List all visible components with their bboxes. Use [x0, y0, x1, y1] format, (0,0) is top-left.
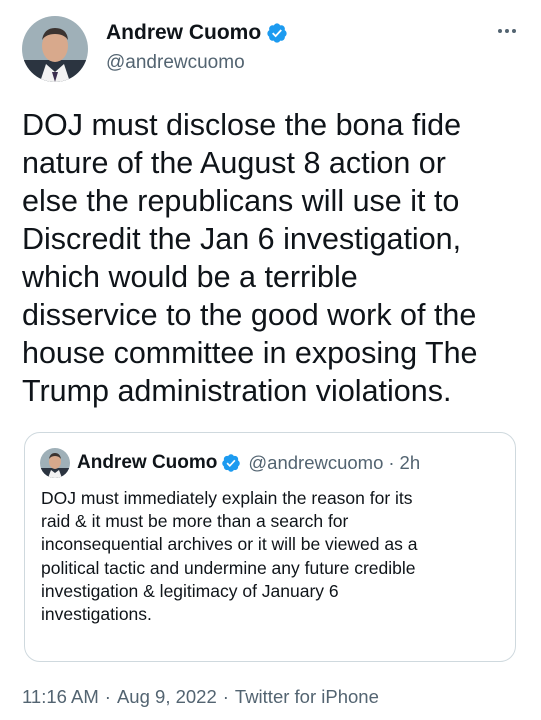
quoted-author-name: Andrew Cuomo — [77, 452, 218, 473]
quoted-author-avatar — [40, 448, 70, 478]
verified-badge-icon — [221, 453, 241, 473]
quoted-tweet-header: Andrew Cuomo @andrewcuomo · 2h — [40, 448, 420, 478]
tweet-time[interactable]: 11:16 AM — [22, 686, 99, 708]
quoted-tweet[interactable]: Andrew Cuomo @andrewcuomo · 2h DOJ must … — [24, 432, 516, 662]
more-dot — [505, 29, 509, 33]
separator-dot: · — [222, 686, 229, 707]
tweet-meta: 11:16 AM · Aug 9, 2022 · Twitter for iPh… — [22, 686, 379, 708]
author-info: Andrew Cuomo @andrewcuomo — [106, 19, 288, 74]
tweet-source[interactable]: Twitter for iPhone — [235, 686, 379, 708]
quoted-tweet-text: DOJ must immediately explain the reason … — [41, 488, 418, 625]
author-display-name[interactable]: Andrew Cuomo — [106, 21, 261, 45]
tweet-text: DOJ must disclose the bona fide nature o… — [22, 108, 478, 408]
author-handle[interactable]: @andrewcuomo — [106, 52, 288, 74]
tweet-date[interactable]: Aug 9, 2022 — [117, 686, 217, 708]
separator-dot: · — [388, 452, 395, 473]
quoted-author-handle: @andrewcuomo — [248, 452, 384, 473]
tweet-header: Andrew Cuomo @andrewcuomo — [22, 16, 522, 82]
more-dot — [512, 29, 516, 33]
more-options-icon[interactable] — [492, 20, 522, 42]
author-name-line: Andrew Cuomo — [106, 19, 288, 47]
quoted-tweet-time[interactable]: 2h — [400, 452, 421, 474]
author-avatar[interactable] — [22, 16, 88, 82]
separator-dot: · — [104, 686, 111, 707]
more-dot — [498, 29, 502, 33]
verified-badge-icon — [266, 22, 288, 44]
